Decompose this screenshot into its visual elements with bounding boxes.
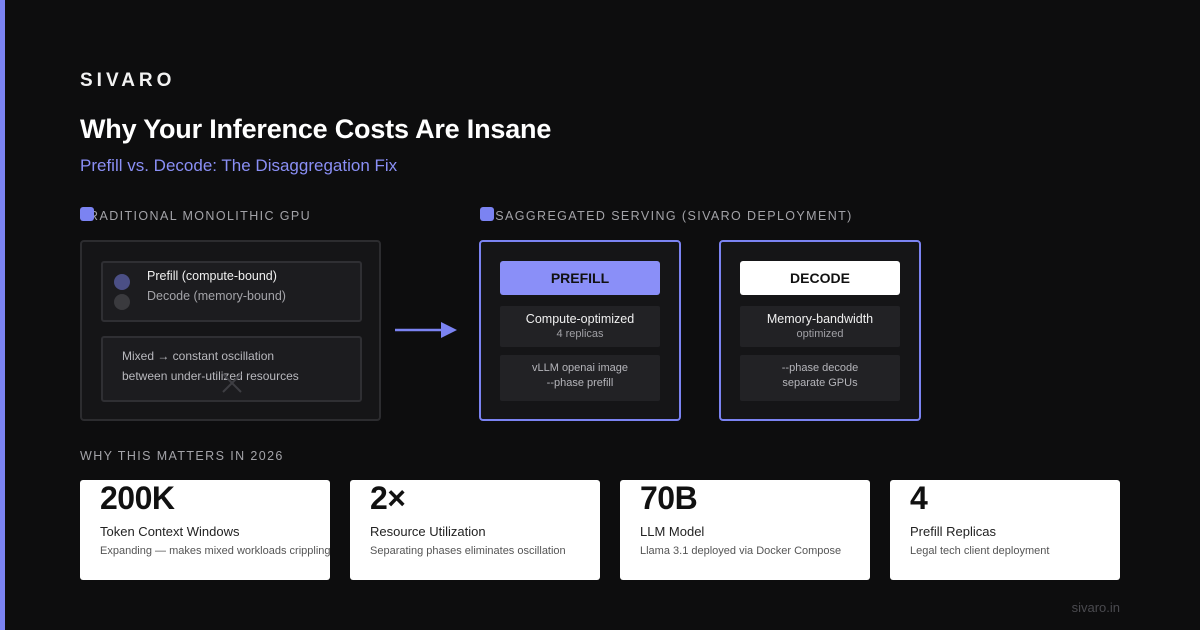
stat-label: Prefill Replicas bbox=[910, 524, 996, 539]
stat-description: Separating phases eliminates oscillation bbox=[370, 545, 566, 557]
decode-label: DECODE bbox=[740, 261, 900, 295]
prefill-cmd-line-2: --phase prefill bbox=[546, 377, 614, 389]
legend-prefill: Prefill (compute-bound) bbox=[147, 269, 277, 283]
stat-description: Legal tech client deployment bbox=[910, 545, 1050, 557]
traditional-section-label-text: TRADITIONAL MONOLITHIC GPU bbox=[80, 209, 312, 223]
prefill-spec-box: Compute-optimized 4 replicas bbox=[500, 306, 660, 347]
why-section-label: WHY THIS MATTERS IN 2026 bbox=[80, 449, 284, 463]
prefill-spec-line-1: Compute-optimized bbox=[525, 312, 635, 326]
prefill-cmd-box: vLLM openai image --phase prefill bbox=[500, 355, 660, 401]
traditional-section-label: TRADITIONAL MONOLITHIC GPU bbox=[80, 207, 312, 223]
prefill-panel: PREFILL Compute-optimized 4 replicas vLL… bbox=[479, 240, 681, 421]
stat-description: Llama 3.1 deployed via Docker Compose bbox=[640, 545, 842, 557]
square-marker-icon bbox=[480, 207, 494, 221]
decode-cmd-box: --phase decode separate GPUs bbox=[740, 355, 900, 401]
footer-url: sivaro.in bbox=[1071, 600, 1120, 615]
decode-spec-line-2: optimized bbox=[796, 328, 844, 340]
disaggregated-section-label: DISAGGREGATED SERVING (SIVARO DEPLOYMENT… bbox=[480, 207, 853, 223]
page-subtitle: Prefill vs. Decode: The Disaggregation F… bbox=[80, 156, 398, 175]
stat-value: 200K bbox=[100, 480, 175, 516]
arrow-right-icon bbox=[395, 322, 457, 338]
stat-description: Expanding — makes mixed workloads crippl… bbox=[100, 545, 331, 557]
decode-cmd-line-2: separate GPUs bbox=[782, 377, 858, 389]
stat-card: 70B LLM Model Llama 3.1 deployed via Doc… bbox=[620, 480, 870, 580]
x-icon bbox=[222, 373, 242, 393]
decode-cmd-line-1: --phase decode bbox=[781, 362, 859, 374]
mixed-line-1: Mixed → constant oscillation bbox=[122, 349, 275, 363]
legend-box: Prefill (compute-bound) Decode (memory-b… bbox=[101, 261, 362, 322]
accent-bar bbox=[0, 0, 5, 630]
stat-card: 4 Prefill Replicas Legal tech client dep… bbox=[890, 480, 1120, 580]
stat-value: 4 bbox=[910, 480, 928, 516]
monolithic-gpu-panel: Prefill (compute-bound) Decode (memory-b… bbox=[80, 240, 381, 421]
stat-card: 200K Token Context Windows Expanding — m… bbox=[80, 480, 331, 580]
prefill-label: PREFILL bbox=[500, 261, 660, 295]
square-marker-icon bbox=[80, 207, 94, 221]
mixed-line-2: between under-utilized resources bbox=[122, 369, 299, 383]
stat-card: 2× Resource Utilization Separating phase… bbox=[350, 480, 600, 580]
prefill-spec-line-2: 4 replicas bbox=[556, 328, 604, 340]
decode-spec-box: Memory-bandwidth optimized bbox=[740, 306, 900, 347]
stat-label: Resource Utilization bbox=[370, 524, 486, 539]
decode-panel: DECODE Memory-bandwidth optimized --phas… bbox=[719, 240, 921, 421]
stat-value: 2× bbox=[370, 480, 406, 516]
stat-value: 70B bbox=[640, 480, 698, 516]
decode-dot-icon bbox=[114, 294, 130, 310]
page-title: Why Your Inference Costs Are Insane bbox=[80, 114, 552, 144]
disaggregated-section-label-text: DISAGGREGATED SERVING (SIVARO DEPLOYMENT… bbox=[480, 209, 853, 223]
legend-decode: Decode (memory-bound) bbox=[147, 289, 286, 303]
prefill-dot-icon bbox=[114, 274, 130, 290]
mixed-box: Mixed → constant oscillation between und… bbox=[101, 336, 362, 402]
decode-spec-line-1: Memory-bandwidth bbox=[766, 312, 874, 326]
stat-label: LLM Model bbox=[640, 524, 705, 539]
prefill-cmd-line-1: vLLM openai image bbox=[531, 362, 628, 374]
stat-label: Token Context Windows bbox=[100, 524, 240, 539]
brand-logo: SIVARO bbox=[80, 70, 176, 91]
